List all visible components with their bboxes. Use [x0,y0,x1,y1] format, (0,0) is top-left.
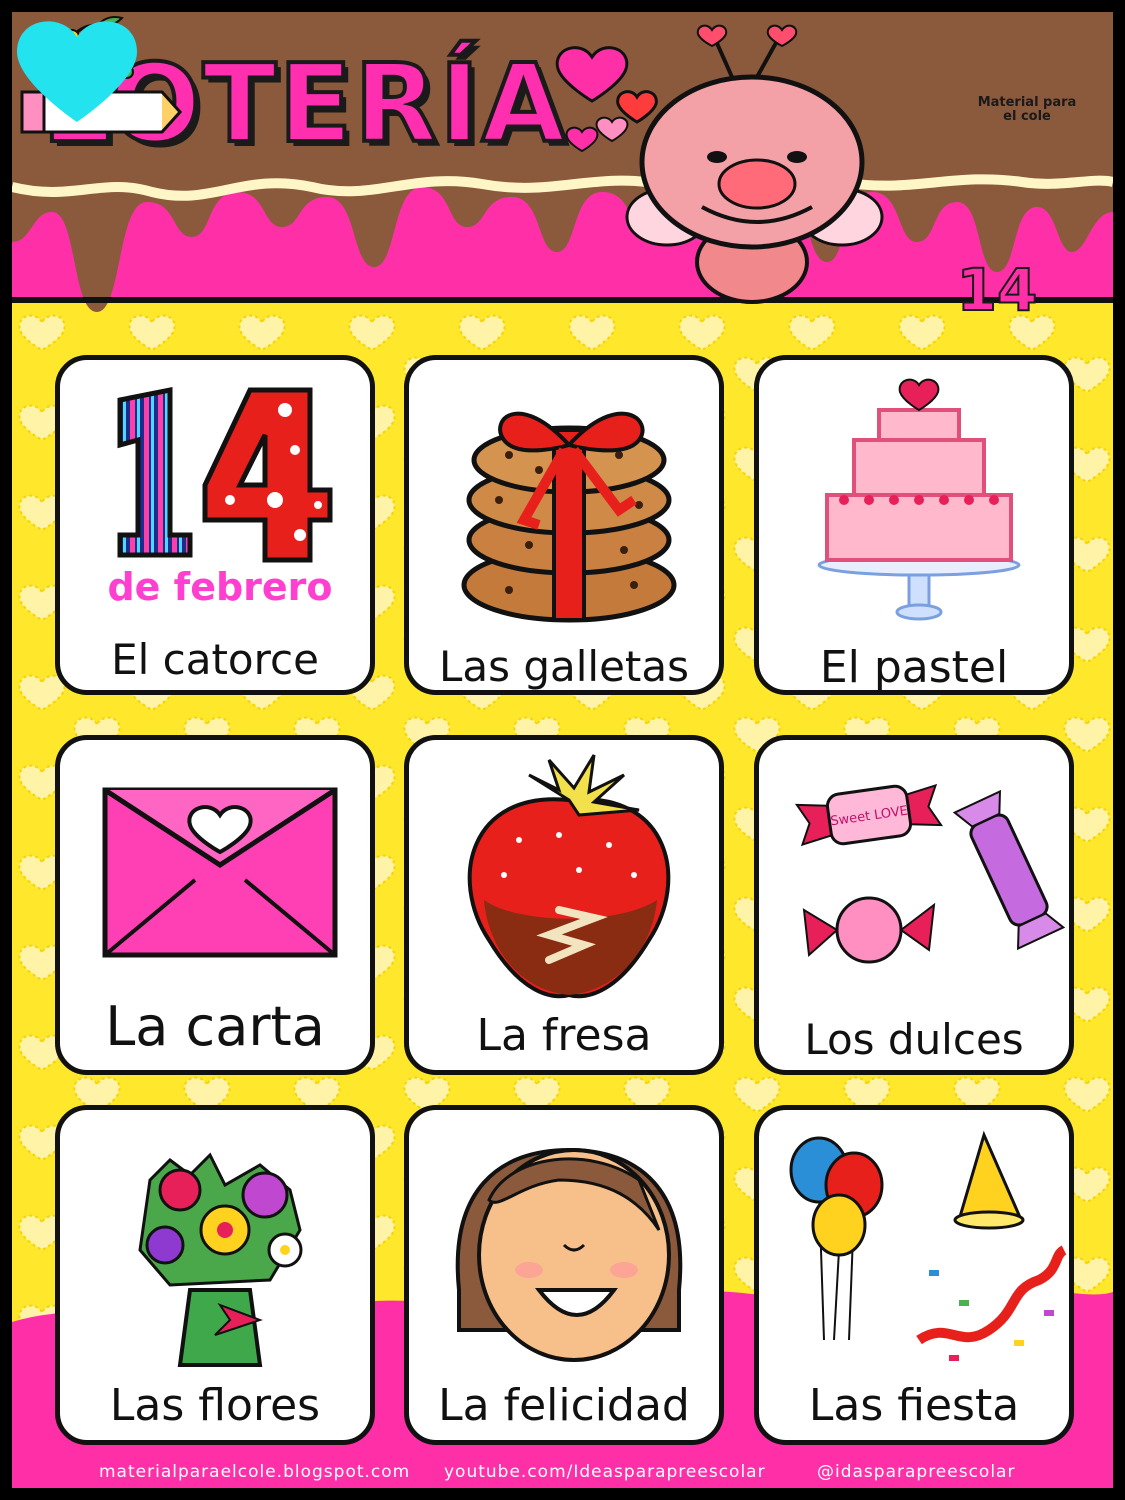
board-number-heart-icon [17,21,137,122]
board-number: 14 [956,255,1039,325]
card-la-felicidad[interactable]: La felicidad [404,1105,724,1445]
footer-blog-link[interactable]: materialparaelcole.blogspot.com [99,1462,410,1482]
card-la-carta[interactable]: La carta [55,735,375,1075]
card-el-catorce[interactable]: de febrero El catorce [55,355,375,695]
footer: materialparaelcole.blogspot.com youtube.… [12,1462,1113,1488]
card-la-fresa[interactable]: La fresa [404,735,724,1075]
card-los-dulces[interactable]: Sweet LOVE Los dulces [754,735,1074,1075]
loteria-board: LOTERÍA Material para el cole 14 de febr… [0,0,1125,1500]
footer-youtube-link[interactable]: youtube.com/Ideasparapreescolar [444,1462,766,1482]
art-text-de-febrero: de febrero [107,565,332,609]
card-label: La felicidad [438,1380,690,1431]
card-label: La fresa [476,1010,652,1061]
card-label: Los dulces [804,1015,1024,1064]
footer-instagram-handle[interactable]: @idasparapreescolar [817,1462,1015,1482]
card-label: El pastel [819,642,1009,693]
header: LOTERÍA Material para el cole 14 [12,12,1113,325]
card-el-pastel[interactable]: El pastel [754,355,1074,695]
card-label: Las galletas [438,642,690,691]
card-label: La carta [105,995,325,1058]
card-las-flores[interactable]: Las flores [55,1105,375,1445]
board-inner: LOTERÍA Material para el cole 14 de febr… [12,12,1113,1488]
card-label: Las flores [109,1380,321,1431]
logo-line2: el cole [1003,109,1051,124]
logo-text: Material para el cole [967,96,1087,124]
logo-line1: Material para [977,95,1077,110]
card-label: El catorce [111,635,319,684]
card-label: Las fiesta [808,1380,1020,1431]
card-las-galletas[interactable]: Las galletas [404,355,724,695]
card-las-fiesta[interactable]: Las fiesta [754,1105,1074,1445]
